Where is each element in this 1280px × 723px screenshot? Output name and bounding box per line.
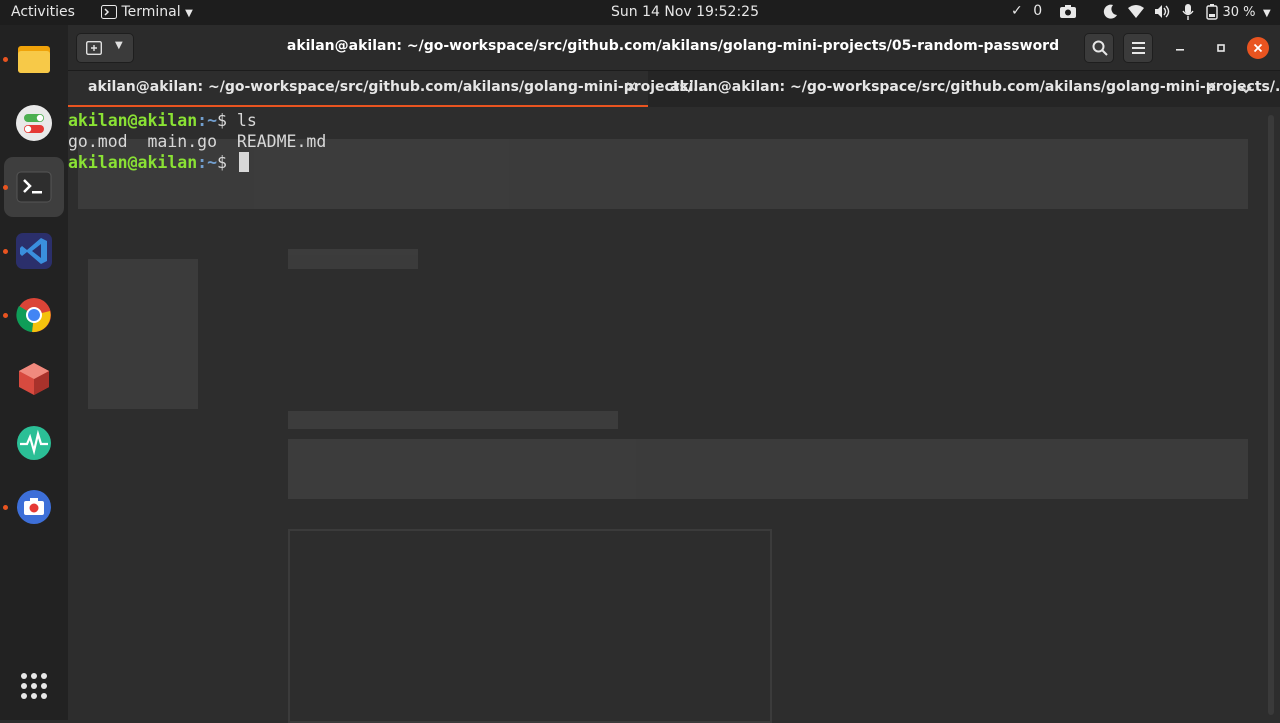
search-icon <box>1092 40 1108 56</box>
terminal-output[interactable]: akilan@akilan:~$ ls go.mod main.go READM… <box>68 109 1280 723</box>
close-icon <box>1253 43 1263 53</box>
check-icon: ✓ <box>1011 3 1023 19</box>
app-menu-label: Terminal <box>121 4 181 20</box>
close-button[interactable] <box>1247 37 1269 59</box>
window-title: akilan@akilan: ~/go-workspace/src/github… <box>286 38 1060 54</box>
prompt-user: akilan@akilan <box>68 153 198 172</box>
terminal-app-icon <box>101 5 117 19</box>
running-indicator <box>3 505 8 510</box>
dropdown-arrow-icon[interactable]: ▼ <box>115 40 123 51</box>
toggle-settings-icon <box>16 105 52 141</box>
command-text <box>227 153 237 172</box>
tab-1-close-icon[interactable]: ✕ <box>625 78 638 96</box>
dock-vscode[interactable] <box>3 221 64 281</box>
maximize-button[interactable] <box>1210 37 1232 59</box>
running-indicator <box>3 57 8 62</box>
minimize-icon <box>1176 49 1184 51</box>
system-menu-caret-icon[interactable]: ▼ <box>1263 4 1271 20</box>
activities-button[interactable]: Activities <box>11 4 75 20</box>
prompt-path: :~ <box>197 153 218 172</box>
search-button[interactable] <box>1084 33 1114 63</box>
running-indicator <box>3 249 8 254</box>
prompt-user: akilan@akilan <box>68 111 198 130</box>
maximize-icon <box>1217 44 1225 52</box>
running-indicator <box>3 185 8 190</box>
dock-system-monitor[interactable] <box>4 413 64 473</box>
caret-down-icon: ▼ <box>185 8 193 19</box>
minimize-button[interactable] <box>1169 37 1191 59</box>
terminal-icon <box>16 171 52 203</box>
battery-percent: 30 % <box>1222 5 1256 20</box>
tab-2-label: akilan@akilan: ~/go-workspace/src/github… <box>670 79 1280 95</box>
package-icon <box>19 363 49 395</box>
running-indicator <box>3 313 8 318</box>
tab-bar: akilan@akilan: ~/go-workspace/src/github… <box>68 71 1280 107</box>
hamburger-menu-icon <box>1132 42 1145 54</box>
check-count: 0 <box>1033 3 1043 19</box>
chrome-icon <box>16 298 51 333</box>
dock-terminal[interactable] <box>3 157 64 217</box>
screenshot-icon <box>17 490 51 524</box>
dock-screenshot[interactable] <box>3 477 64 537</box>
new-tab-button[interactable]: ▼ <box>76 33 134 63</box>
dock-package[interactable] <box>4 349 64 409</box>
scrollbar[interactable] <box>1268 115 1274 715</box>
top-bar: Activities Terminal ▼ Sun 14 Nov 19:52:2… <box>0 0 1280 25</box>
files-icon <box>18 46 50 73</box>
prompt-symbol: $ <box>217 111 227 130</box>
tab-2-close-icon[interactable]: ✕ <box>1205 78 1218 96</box>
tab-1[interactable]: akilan@akilan: ~/go-workspace/src/github… <box>68 71 709 107</box>
vscode-icon <box>16 233 52 269</box>
status-check[interactable]: ✓ 0 <box>1011 3 1042 19</box>
prompt-path: :~ <box>197 111 218 130</box>
system-monitor-icon <box>17 426 51 460</box>
tab-overflow-icon[interactable] <box>1236 79 1256 99</box>
tab-2[interactable]: akilan@akilan: ~/go-workspace/src/github… <box>650 71 1280 107</box>
screen-recorder-icon[interactable] <box>1059 5 1077 23</box>
command-text: ls <box>226 111 257 130</box>
prompt-symbol: $ <box>217 153 227 172</box>
dock-show-applications[interactable] <box>4 656 64 716</box>
night-light-icon[interactable] <box>1103 4 1118 23</box>
terminal-window: ▼ akilan@akilan: ~/go-workspace/src/gith… <box>68 25 1280 723</box>
terminal-line-1: akilan@akilan:~$ ls <box>68 110 257 131</box>
terminal-line-2: go.mod main.go README.md <box>68 132 327 151</box>
new-tab-icon <box>86 41 102 55</box>
app-menu[interactable]: Terminal ▼ <box>101 4 193 20</box>
header-bar: ▼ akilan@akilan: ~/go-workspace/src/gith… <box>68 25 1280 71</box>
wifi-icon[interactable] <box>1128 5 1144 22</box>
battery-icon <box>1206 4 1218 20</box>
background-ghost <box>68 109 1280 723</box>
microphone-icon[interactable] <box>1182 4 1194 24</box>
text-cursor <box>238 152 249 172</box>
clock[interactable]: Sun 14 Nov 19:52:25 <box>611 4 759 20</box>
dock-chrome[interactable] <box>3 285 64 345</box>
tab-1-label: akilan@akilan: ~/go-workspace/src/github… <box>88 79 709 95</box>
battery-status[interactable]: 30 % <box>1206 4 1255 20</box>
volume-icon[interactable] <box>1154 4 1172 23</box>
dock-settings-toggle[interactable] <box>4 93 64 153</box>
hamburger-menu-button[interactable] <box>1123 33 1153 63</box>
terminal-line-3: akilan@akilan:~$ <box>68 152 249 173</box>
app-grid-icon <box>21 673 47 699</box>
dock <box>0 25 68 720</box>
dock-files[interactable] <box>3 29 64 89</box>
